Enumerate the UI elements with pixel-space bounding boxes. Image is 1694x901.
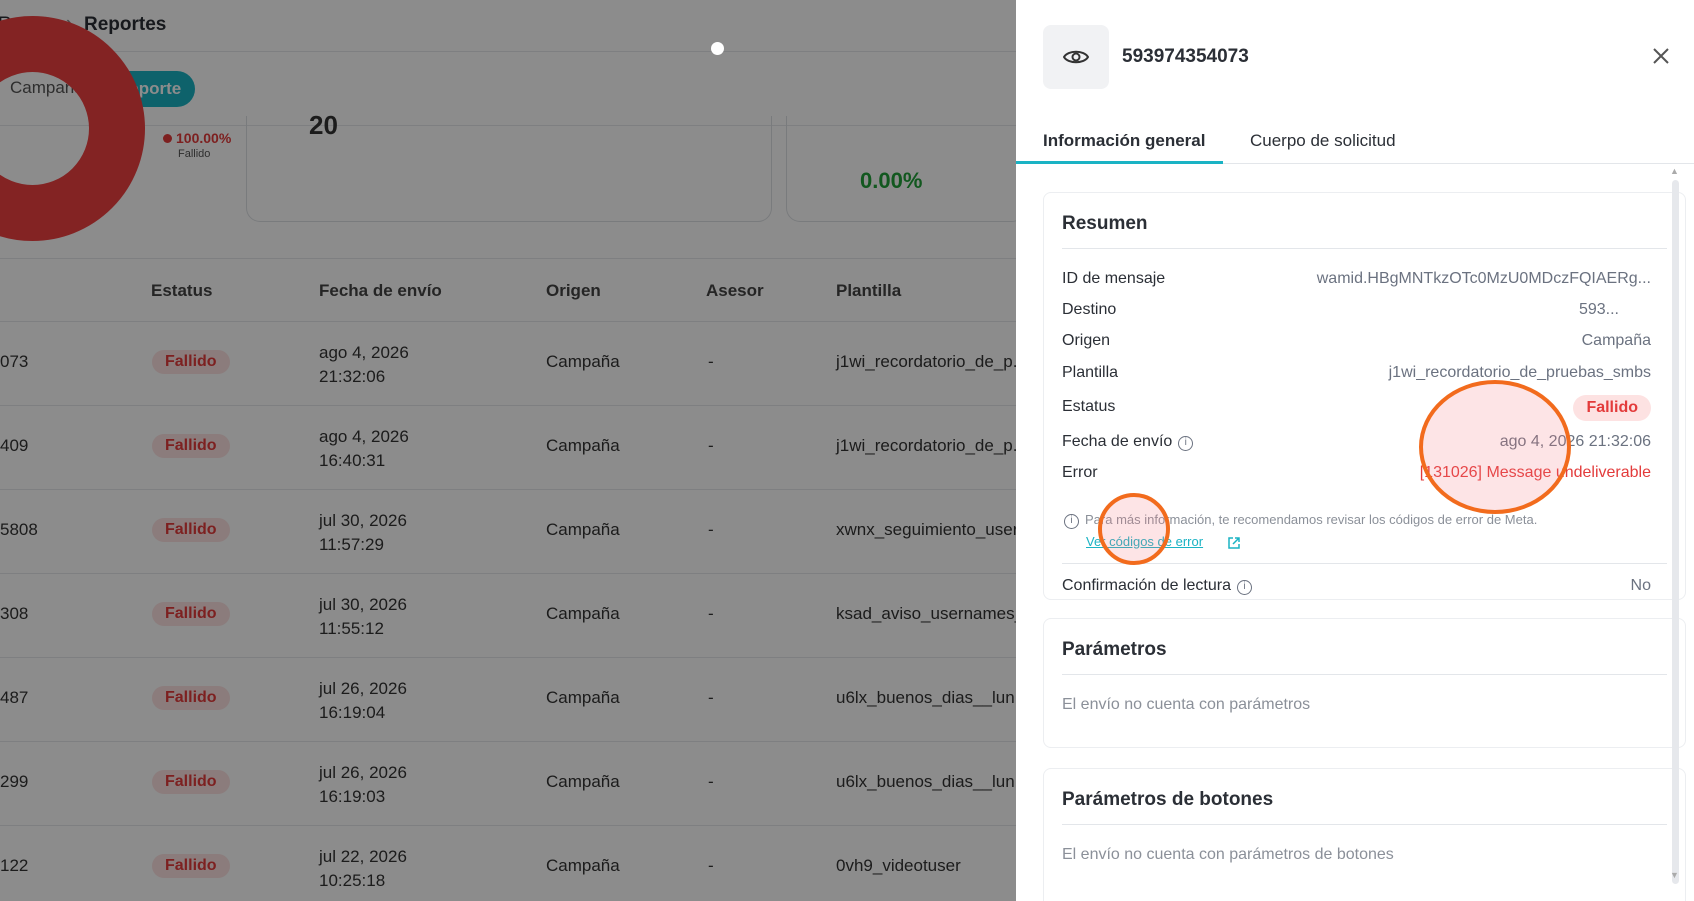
- divider: [1062, 674, 1667, 675]
- highlight-circle: [1098, 493, 1170, 565]
- info-icon[interactable]: i: [1236, 580, 1252, 595]
- parameters-empty: El envío no cuenta con parámetros: [1062, 696, 1311, 713]
- eye-icon: [1043, 25, 1109, 89]
- message-id-value: wamid.HBgMNTkzOTc0MzU0MDczFQIAERg...: [1316, 270, 1651, 287]
- info-icon: i: [1064, 514, 1079, 529]
- external-link-icon[interactable]: [1227, 536, 1241, 550]
- status-badge: Fallido: [1573, 395, 1651, 421]
- message-detail-drawer: 593974354073 Información general Cuerpo …: [1016, 0, 1694, 901]
- drawer-title: 593974354073: [1122, 46, 1249, 67]
- scroll-down-arrow[interactable]: ▼: [1670, 870, 1679, 880]
- parameters-title: Parámetros: [1062, 639, 1167, 660]
- button-parameters-panel: Parámetros de botones El envío no cuenta…: [1043, 768, 1686, 901]
- modal-backdrop[interactable]: [0, 0, 1016, 901]
- template-value: j1wi_recordatorio_de_pruebas_smbs: [1388, 364, 1651, 381]
- row-template: Plantilla j1wi_recordatorio_de_pruebas_s…: [1062, 364, 1651, 388]
- tab-request-body[interactable]: Cuerpo de solicitud: [1250, 131, 1396, 151]
- date-label: Fecha de envío: [1062, 433, 1173, 450]
- row-destination: Destino 593...: [1062, 301, 1651, 325]
- button-parameters-title: Parámetros de botones: [1062, 789, 1274, 810]
- info-icon[interactable]: i: [1178, 436, 1194, 451]
- parameters-panel: Parámetros El envío no cuenta con paráme…: [1043, 618, 1686, 748]
- divider: [1062, 563, 1667, 564]
- read-label-wrap: Confirmación de lectura i: [1062, 577, 1252, 595]
- date-label-wrap: Fecha de envío i: [1062, 433, 1194, 451]
- divider: [1062, 824, 1667, 825]
- cursor-dot: [711, 42, 724, 55]
- tab-general-info[interactable]: Información general: [1043, 131, 1205, 151]
- read-value: No: [1630, 577, 1651, 594]
- report-page: Re… ⌃ › Reportes Campañas Reporte 100.00…: [0, 0, 1016, 901]
- close-icon[interactable]: [1648, 43, 1674, 69]
- button-parameters-empty: El envío no cuenta con parámetros de bot…: [1062, 846, 1394, 863]
- row-message-id: ID de mensaje wamid.HBgMNTkzOTc0MzU0MDcz…: [1062, 270, 1651, 294]
- message-id-label: ID de mensaje: [1062, 270, 1166, 287]
- highlight-circle: [1419, 380, 1571, 514]
- scrollbar[interactable]: [1672, 180, 1679, 884]
- row-read-receipt: Confirmación de lectura i No: [1062, 577, 1651, 601]
- drawer-tabs: Información general Cuerpo de solicitud: [1016, 120, 1694, 164]
- divider: [1062, 248, 1667, 249]
- read-label: Confirmación de lectura: [1062, 577, 1231, 594]
- error-label: Error: [1062, 464, 1098, 481]
- template-label: Plantilla: [1062, 364, 1119, 381]
- destination-label: Destino: [1062, 301, 1117, 318]
- destination-value: 593...: [1578, 301, 1619, 318]
- active-tab-indicator: [1016, 161, 1223, 164]
- status-label: Estatus: [1062, 398, 1116, 415]
- scroll-up-arrow[interactable]: ▲: [1670, 166, 1679, 176]
- origin-value: Campaña: [1581, 332, 1651, 349]
- row-origin: Origen Campaña: [1062, 332, 1651, 356]
- origin-label: Origen: [1062, 332, 1111, 349]
- summary-title: Resumen: [1062, 213, 1148, 234]
